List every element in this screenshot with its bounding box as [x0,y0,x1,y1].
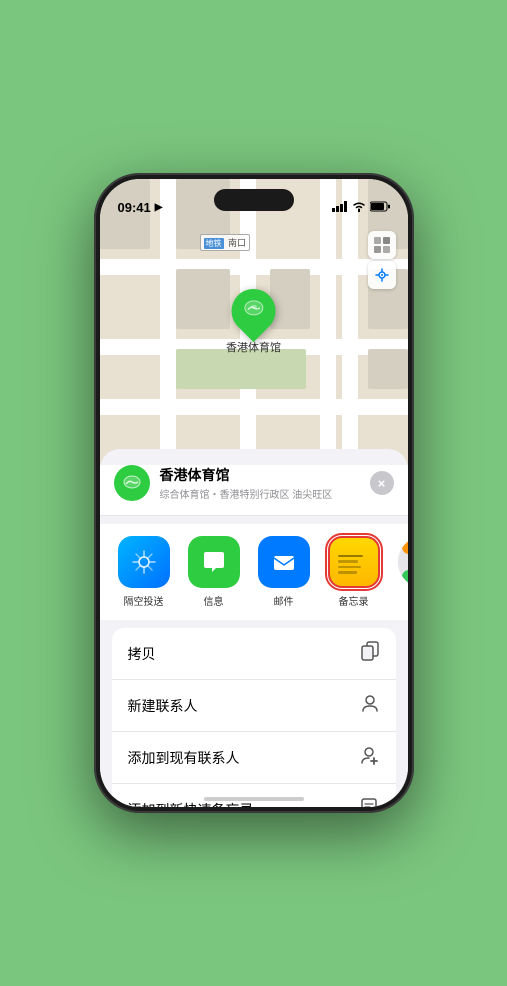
status-time: 09:41 ▶ [118,200,163,215]
add-existing-label: 添加到现有联系人 [128,748,240,768]
share-item-more[interactable]: 推 [394,536,408,608]
clock: 09:41 [118,200,151,215]
quick-note-icon [360,797,380,807]
location-icon: ▶ [155,202,163,213]
venue-icon [114,465,150,501]
share-item-message[interactable]: 信息 [184,536,244,608]
action-list: 拷贝 新建联系人 [112,628,396,807]
phone-screen: 09:41 ▶ [100,179,408,807]
map-type-button[interactable] [368,231,396,259]
venue-header: 香港体育馆 综合体育馆・香港特别行政区 油尖旺区 × [100,465,408,516]
pin-circle [222,280,284,342]
message-icon [188,536,240,588]
action-item-new-contact[interactable]: 新建联系人 [112,680,396,732]
more-icon [398,536,408,588]
phone-frame: 09:41 ▶ [94,173,414,813]
status-icons [332,201,390,215]
copy-label: 拷贝 [128,644,156,664]
venue-info: 香港体育馆 综合体育馆・香港特别行政区 油尖旺区 [160,465,370,501]
map-controls [368,231,396,289]
location-pin: 香港体育馆 [226,289,281,355]
message-label: 信息 [204,593,224,608]
battery-icon [370,201,390,215]
venue-subtitle: 综合体育馆・香港特别行政区 油尖旺区 [160,486,370,501]
airdrop-label: 隔空投送 [124,593,164,608]
venue-name: 香港体育馆 [160,465,370,485]
airdrop-icon [118,536,170,588]
signal-icon [332,201,348,215]
location-button[interactable] [368,261,396,289]
add-existing-icon [360,745,380,770]
share-item-notes[interactable]: 备忘录 [324,536,384,608]
action-item-copy[interactable]: 拷贝 [112,628,396,680]
copy-icon [360,641,380,666]
mail-icon [258,536,310,588]
notes-label: 备忘录 [339,593,369,608]
map-label-text: 南口 [228,238,246,248]
new-contact-icon [360,693,380,718]
map-area: 地铁 南口 [100,179,408,479]
map-label-south: 地铁 南口 [200,234,251,251]
wifi-icon [352,201,366,215]
bottom-sheet: 香港体育馆 综合体育馆・香港特别行政区 油尖旺区 × [100,449,408,807]
action-item-add-existing[interactable]: 添加到现有联系人 [112,732,396,784]
new-contact-label: 新建联系人 [128,696,198,716]
share-row: 隔空投送 信息 [100,524,408,620]
pin-inner-icon [243,298,265,325]
action-item-quick-note[interactable]: 添加到新快速备忘录 [112,784,396,807]
dynamic-island [214,189,294,211]
close-button[interactable]: × [370,471,394,495]
notes-icon [328,536,380,588]
mail-label: 邮件 [274,593,294,608]
home-indicator [204,797,304,801]
share-item-mail[interactable]: 邮件 [254,536,314,608]
share-item-airdrop[interactable]: 隔空投送 [114,536,174,608]
